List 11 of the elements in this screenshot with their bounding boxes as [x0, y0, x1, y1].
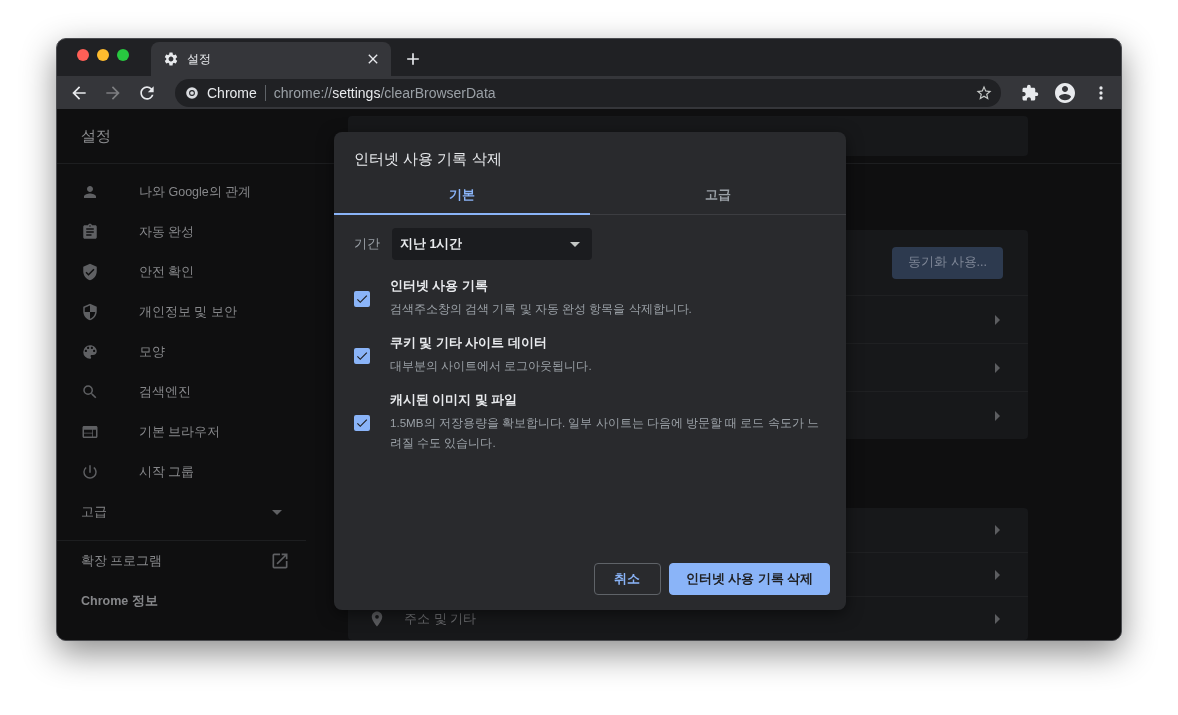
option-title: 쿠키 및 기타 사이트 데이터: [390, 335, 548, 352]
option-description: 검색주소창의 검색 기록 및 자동 완성 항목을 삭제합니다.: [390, 301, 693, 317]
option-title: 캐시된 이미지 및 파일: [390, 392, 519, 409]
page-title: 설정: [80, 126, 112, 146]
option-description: 1.5MB의 저장용량을 확보합니다. 일부 사이트는 다음에 방문할 때 로드 속도가 느려질 수도 있습니다.: [390, 415, 820, 451]
dialog-title: 인터넷 사용 기록 삭제: [353, 149, 503, 169]
option-description: 대부분의 사이트에서 로그아웃됩니다.: [390, 358, 593, 374]
time-range-label: 기간: [354, 235, 380, 253]
url-text: chrome://settings/clearBrowserData: [273, 84, 497, 101]
option-title: 인터넷 사용 기록: [390, 278, 489, 295]
site-label: Chrome: [207, 84, 257, 101]
